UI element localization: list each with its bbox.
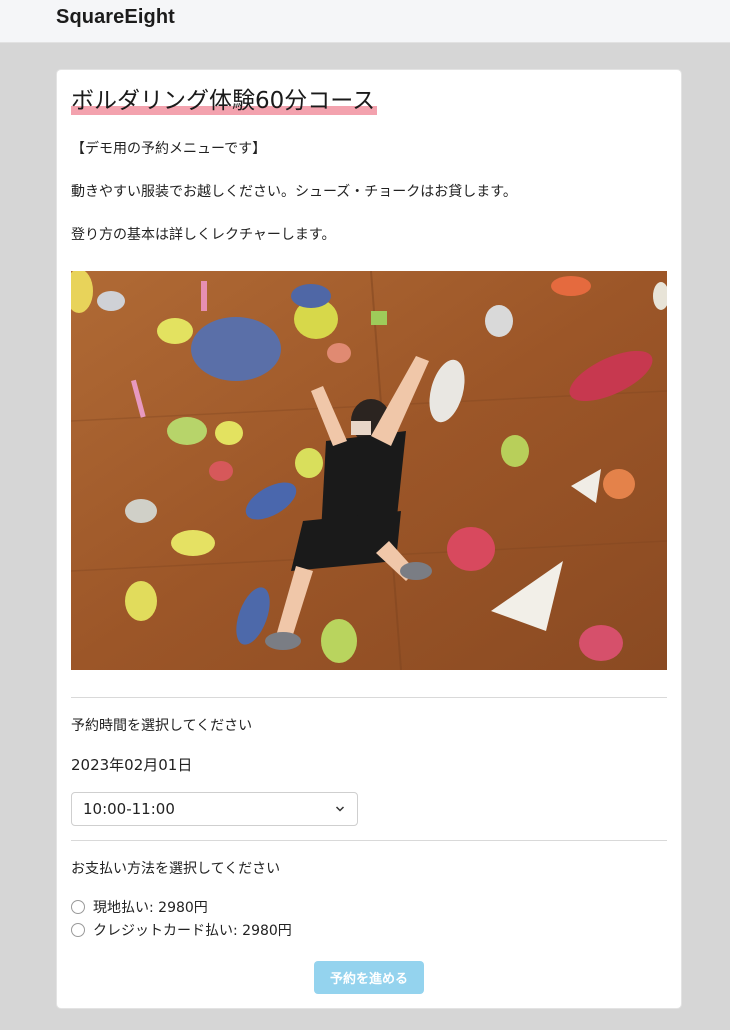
proceed-reservation-button[interactable]: 予約を進める (314, 961, 424, 994)
radio-button[interactable] (71, 900, 85, 914)
chevron-down-icon (335, 806, 345, 812)
climbing-wall-image (71, 271, 667, 670)
payment-option-credit-card[interactable]: クレジットカード払い: 2980円 (71, 920, 292, 940)
section-divider (71, 697, 667, 698)
payment-option-label: 現地払い: 2980円 (93, 900, 208, 916)
course-photo (71, 271, 667, 670)
radio-button[interactable] (71, 923, 85, 937)
reservation-card: ボルダリング体験60分コース 【デモ用の予約メニューです】 動きやすい服装でお越… (57, 70, 681, 1008)
description-line-1: 【デモ用の予約メニューです】 (71, 141, 267, 157)
course-title: ボルダリング体験60分コース (71, 87, 378, 115)
top-header: SquareEight (0, 0, 730, 43)
payment-option-label: クレジットカード払い: 2980円 (93, 923, 292, 939)
reservation-date: 2023年02月01日 (71, 756, 193, 774)
time-select-value: 10:00-11:00 (83, 800, 175, 818)
section-divider (71, 840, 667, 841)
time-section-label: 予約時間を選択してください (71, 718, 253, 734)
description-line-2: 動きやすい服装でお越しください。シューズ・チョークはお貸します。 (71, 184, 517, 200)
brand-logo[interactable]: SquareEight (56, 6, 175, 29)
description-line-3: 登り方の基本は詳しくレクチャーします。 (71, 227, 336, 243)
time-select[interactable]: 10:00-11:00 (71, 792, 358, 826)
payment-option-onsite[interactable]: 現地払い: 2980円 (71, 897, 208, 917)
payment-section-label: お支払い方法を選択してください (71, 861, 281, 877)
